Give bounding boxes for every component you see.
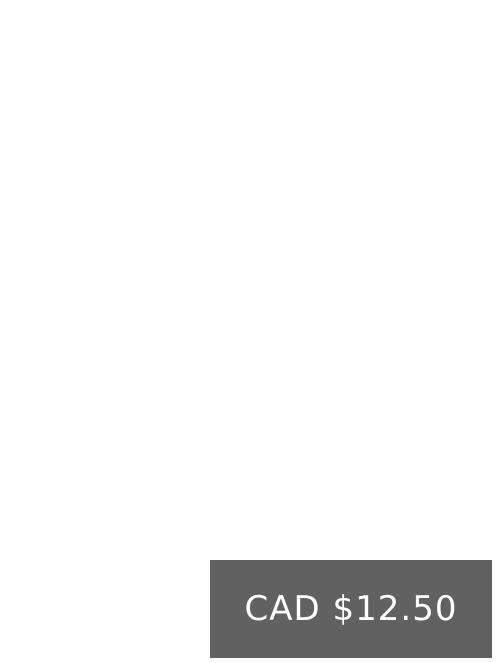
page: CAD $12.50 [0,0,497,663]
price-tag: CAD $12.50 [210,560,492,658]
price-label: CAD $12.50 [244,589,458,629]
product-image-area [0,0,497,560]
